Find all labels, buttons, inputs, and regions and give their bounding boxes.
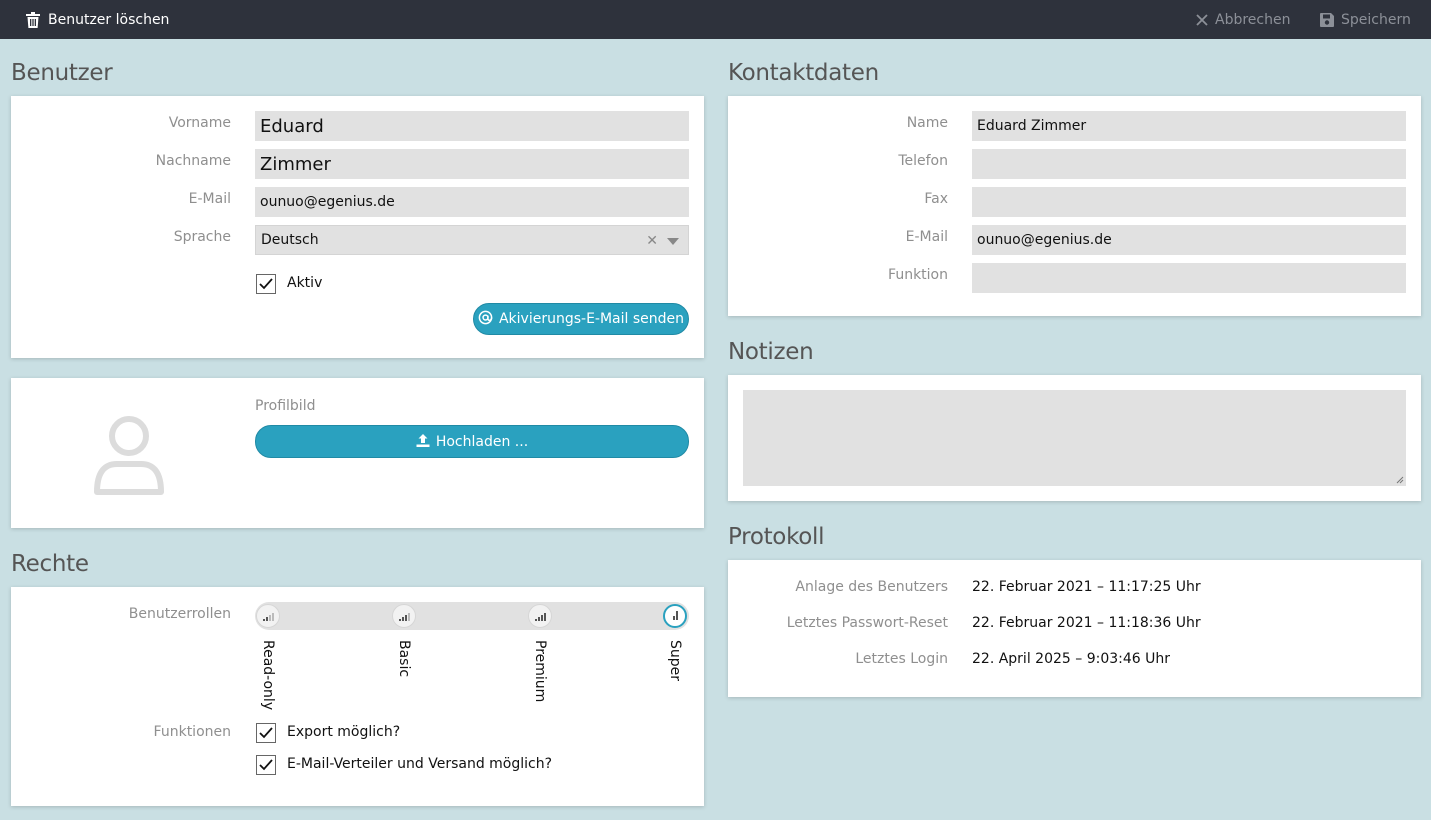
clear-selection-icon[interactable]: ✕ [646, 233, 658, 249]
funktionen-label: Funktionen [153, 724, 231, 740]
aktiv-checkbox[interactable] [256, 274, 276, 294]
checkmark-icon [259, 759, 273, 771]
vorname-label: Vorname [168, 115, 231, 131]
anlage-value: 22. Februar 2021 – 11:17:25 Uhr [972, 579, 1201, 595]
protokoll-card: Anlage des Benutzers 22. Februar 2021 – … [728, 560, 1421, 697]
section-title-kontaktdaten: Kontaktdaten [728, 60, 879, 86]
upload-icon [416, 433, 430, 451]
checkmark-icon [259, 727, 273, 739]
notizen-card [728, 375, 1421, 501]
section-title-rechte: Rechte [11, 551, 89, 577]
letztes-login-label: Letztes Login [855, 651, 948, 667]
role-label-read-only: Read-only [260, 640, 276, 711]
upload-label: Hochladen ... [435, 433, 529, 450]
letztes-login-value: 22. April 2025 – 9:03:46 Uhr [972, 651, 1170, 667]
verteiler-checkbox[interactable] [256, 755, 276, 775]
vorname-field[interactable]: Eduard [255, 111, 689, 141]
floppy-disk-icon [1320, 12, 1334, 27]
trash-icon [26, 11, 40, 28]
role-label-premium: Premium [532, 640, 548, 703]
funktion-field[interactable] [972, 263, 1406, 293]
nachname-label: Nachname [155, 153, 231, 169]
export-checkbox[interactable] [256, 723, 276, 743]
benutzer-card: Vorname Eduard Nachname Zimmer E-Mail ou… [11, 96, 704, 358]
upload-button[interactable]: Hochladen ... [255, 425, 689, 458]
role-knob-basic[interactable] [392, 604, 416, 628]
benutzerrollen-label: Benutzerrollen [128, 606, 231, 622]
send-activation-email-button[interactable]: Akivierungs-E-Mail senden [473, 303, 689, 335]
chevron-down-icon[interactable] [667, 238, 679, 245]
save-button[interactable]: Speichern [1320, 0, 1411, 39]
kontakt-email-field[interactable]: ounuo@egenius.de [972, 225, 1406, 255]
send-activation-email-label: Akivierungs-E-Mail senden [498, 311, 685, 327]
section-title-notizen: Notizen [728, 339, 814, 365]
email-label: E-Mail [188, 191, 231, 207]
role-knob-premium[interactable] [528, 604, 552, 628]
profilbild-label: Profilbild [255, 398, 316, 414]
verteiler-label: E-Mail-Verteiler und Versand möglich? [287, 756, 553, 772]
nachname-field[interactable]: Zimmer [255, 149, 689, 179]
kontakt-name-label: Name [906, 115, 948, 131]
telefon-field[interactable] [972, 149, 1406, 179]
anlage-label: Anlage des Benutzers [795, 579, 948, 595]
at-icon [478, 310, 493, 329]
cancel-label: Abbrechen [1215, 11, 1291, 28]
user-placeholder-icon [93, 414, 165, 500]
close-icon [1196, 13, 1208, 26]
aktiv-label: Aktiv [287, 275, 323, 291]
top-toolbar: Benutzer löschen Abbrechen Speichern [0, 0, 1431, 39]
role-knob-read-only[interactable] [256, 604, 280, 628]
delete-user-label: Benutzer löschen [48, 11, 170, 28]
sprache-select[interactable]: Deutsch ✕ [255, 225, 689, 255]
funktion-label: Funktion [888, 267, 948, 283]
passwort-reset-label: Letztes Passwort-Reset [786, 615, 948, 631]
kontaktdaten-card: Name Eduard Zimmer Telefon Fax E-Mail ou… [728, 96, 1421, 316]
save-label: Speichern [1341, 11, 1411, 28]
telefon-label: Telefon [898, 153, 948, 169]
role-label-basic: Basic [396, 640, 412, 678]
role-label-super: Super [667, 640, 683, 682]
fax-field[interactable] [972, 187, 1406, 217]
resize-handle-icon[interactable] [1396, 476, 1404, 484]
kontakt-name-field[interactable]: Eduard Zimmer [972, 111, 1406, 141]
role-slider-track[interactable] [255, 602, 689, 630]
role-knob-super[interactable] [663, 604, 687, 628]
section-title-protokoll: Protokoll [728, 524, 825, 550]
cancel-button[interactable]: Abbrechen [1196, 0, 1290, 39]
passwort-reset-value: 22. Februar 2021 – 11:18:36 Uhr [972, 615, 1201, 631]
kontakt-email-label: E-Mail [905, 229, 948, 245]
section-title-benutzer: Benutzer [11, 60, 113, 86]
fax-label: Fax [924, 191, 948, 207]
profilbild-card: Profilbild Hochladen ... [11, 378, 704, 528]
email-field[interactable]: ounuo@egenius.de [255, 187, 689, 217]
export-label: Export möglich? [287, 724, 401, 740]
notizen-textarea[interactable] [743, 390, 1406, 486]
sprache-value: Deutsch [261, 232, 319, 248]
checkmark-icon [259, 278, 273, 290]
sprache-label: Sprache [173, 229, 231, 245]
delete-user-button[interactable]: Benutzer löschen [26, 0, 169, 39]
rechte-card: Benutzerrollen Read-only Basic Premium S… [11, 587, 704, 806]
